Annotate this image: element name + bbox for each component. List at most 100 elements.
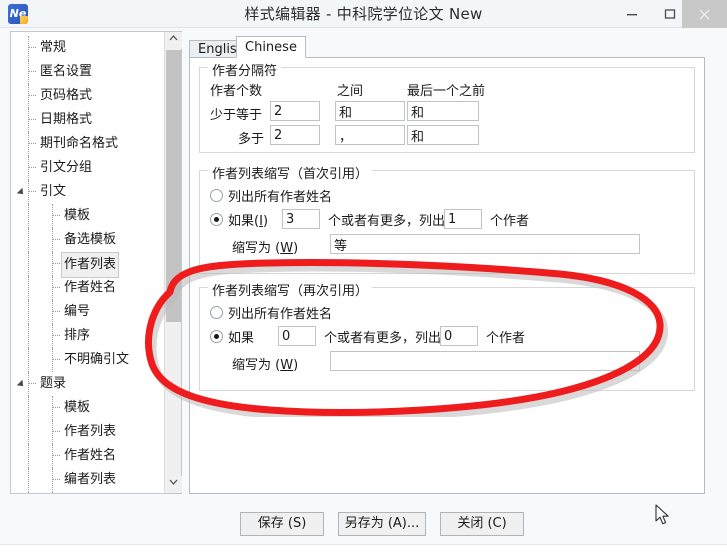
subsequent-if-radio[interactable]: [210, 330, 223, 343]
first-citation-abbrev-group: 作者列表缩写（首次引用） 列出所有作者姓名 如果(I) 个或者有更多，列出前 个…: [199, 163, 695, 274]
label-before-last: 最后一个之前: [407, 84, 486, 99]
subsequent-if-label: 如果: [228, 331, 255, 346]
tree-guide-dash: [53, 311, 60, 312]
tree-guide-line: [28, 396, 29, 420]
tree-guide-line: [28, 276, 29, 300]
close-icon: [699, 9, 710, 20]
first-list-all-radio[interactable]: [210, 189, 223, 202]
less-or-equal-count-input[interactable]: [270, 101, 320, 121]
tree-item-16[interactable]: 作者列表: [11, 420, 163, 444]
less-or-equal-before-last-input[interactable]: [407, 101, 479, 121]
subsequent-abbrev-label: 缩写为 (W): [232, 358, 299, 373]
tab-chinese[interactable]: Chinese: [236, 36, 306, 58]
tree-guide-line: [28, 348, 29, 372]
expand-collapse-icon[interactable]: [16, 187, 26, 197]
tree-item-label: 常规: [40, 40, 67, 55]
subsequent-if-middle-label: 个或者有更多，列出前: [324, 331, 455, 346]
tree-scrollbar[interactable]: [164, 32, 182, 493]
tree-guide-dash: [53, 239, 60, 240]
tree-item-9[interactable]: 作者列表: [11, 252, 163, 278]
close-window-button[interactable]: [682, 0, 727, 28]
chevron-down-icon: [169, 479, 178, 485]
style-editor-window: Ne 样式编辑器 - 中科院学位论文 New 常规匿名设置页码格式日期格式 期刊命…: [0, 0, 727, 554]
tree-guide-dash: [29, 71, 36, 72]
save-as-button[interactable]: 另存为 (A)...: [338, 512, 426, 536]
tree-item-13[interactable]: 不明确引文: [11, 348, 163, 372]
settings-tree[interactable]: 常规 匿名设置 页码格式 日期格式 期刊命名格式 引文分组 引文 模板 备选模板 作者列表 作者姓名…: [10, 31, 182, 494]
tree-item-2[interactable]: 页码格式: [11, 84, 163, 108]
tree-item-3[interactable]: 日期格式: [11, 108, 163, 132]
minimize-button[interactable]: [613, 0, 651, 28]
first-if-radio[interactable]: [210, 213, 223, 226]
tree-item-5[interactable]: 引文分组: [11, 156, 163, 180]
subsequent-list-all-radio[interactable]: [210, 306, 223, 319]
tree-item-label: 匿名设置: [40, 64, 93, 79]
first-show-count-input[interactable]: [444, 209, 482, 229]
tree-guide-dash: [53, 287, 60, 288]
tree-item-14[interactable]: 题录: [11, 372, 163, 396]
subsequent-threshold-input[interactable]: [278, 326, 316, 346]
first-if-label: 如果(I): [228, 214, 269, 229]
tree-guide-dash: [29, 119, 36, 120]
more-than-count-input[interactable]: [270, 125, 320, 145]
tree-item-label: 备选模板: [64, 232, 117, 247]
scroll-down-button[interactable]: [165, 476, 182, 493]
tree-guide-line: [28, 420, 29, 444]
subsequent-show-count-input[interactable]: [440, 326, 478, 346]
tree-item-18[interactable]: 编者列表: [11, 468, 163, 492]
tree-item-12[interactable]: 排序: [11, 324, 163, 348]
tree-guide-dash: [29, 47, 36, 48]
tree-item-label: 引文: [40, 184, 67, 199]
tree-item-17[interactable]: 作者姓名: [11, 444, 163, 468]
tree-guide-dash: [53, 431, 60, 432]
tree-item-label: 编者列表: [64, 472, 117, 487]
expand-collapse-icon[interactable]: [16, 379, 26, 389]
tree-guide-line: [28, 252, 29, 276]
tree-item-label: 不明确引文: [64, 352, 130, 367]
mouse-cursor: [655, 504, 671, 531]
tree-item-label: 模板: [64, 400, 91, 415]
first-if-suffix-label: 个作者: [490, 214, 530, 229]
cursor-arrow-icon: [655, 504, 669, 525]
tree-item-4[interactable]: 期刊命名格式: [11, 132, 163, 156]
save-button[interactable]: 保存 (S): [240, 512, 324, 536]
tree-guide-dash: [29, 95, 36, 96]
tree-item-19[interactable]: 编者姓名: [11, 492, 163, 493]
tree-guide-dash: [53, 455, 60, 456]
status-line: [0, 544, 727, 554]
tree-item-1[interactable]: 匿名设置: [11, 60, 163, 84]
tree-item-8[interactable]: 备选模板: [11, 228, 163, 252]
tree-item-10[interactable]: 作者姓名: [11, 276, 163, 300]
tree-guide-line: [28, 324, 29, 348]
subsequent-abbrev-input[interactable]: [330, 351, 640, 371]
title-bar: Ne 样式编辑器 - 中科院学位论文 New: [0, 0, 727, 28]
tree-guide-dash: [53, 335, 60, 336]
tree-item-label: 页码格式: [40, 88, 93, 103]
more-than-before-last-input[interactable]: [407, 125, 479, 145]
tree-item-label: 作者姓名: [64, 448, 117, 463]
tree-guide-line: [28, 300, 29, 324]
first-list-all-label: 列出所有作者姓名: [228, 190, 333, 205]
first-abbrev-label: 缩写为 (W): [232, 241, 299, 256]
tree-item-label: 引文分组: [40, 160, 93, 175]
less-or-equal-between-input[interactable]: [335, 101, 405, 121]
tree-item-label: 排序: [64, 328, 91, 343]
more-than-between-input[interactable]: [335, 125, 405, 145]
close-button[interactable]: 关闭 (C): [440, 512, 524, 536]
label-between: 之间: [337, 84, 364, 99]
first-abbrev-input[interactable]: [330, 234, 640, 254]
tree-guide-line: [28, 468, 29, 492]
tree-item-11[interactable]: 编号: [11, 300, 163, 324]
scrollbar-thumb[interactable]: [166, 50, 181, 322]
tree-item-6[interactable]: 引文: [11, 180, 163, 204]
first-if-middle-label: 个或者有更多，列出前: [328, 214, 459, 229]
tree-guide-dash: [29, 167, 36, 168]
tree-item-label: 编号: [64, 304, 91, 319]
author-separator-group-title: 作者分隔符: [208, 60, 282, 79]
scroll-up-button[interactable]: [165, 32, 182, 49]
first-threshold-input[interactable]: [282, 209, 320, 229]
tree-item-0[interactable]: 常规: [11, 36, 163, 60]
tree-scroll-area: 常规 匿名设置 页码格式 日期格式 期刊命名格式 引文分组 引文 模板 备选模板 作者列表 作者姓名…: [11, 32, 163, 493]
tree-item-7[interactable]: 模板: [11, 204, 163, 228]
tree-item-15[interactable]: 模板: [11, 396, 163, 420]
